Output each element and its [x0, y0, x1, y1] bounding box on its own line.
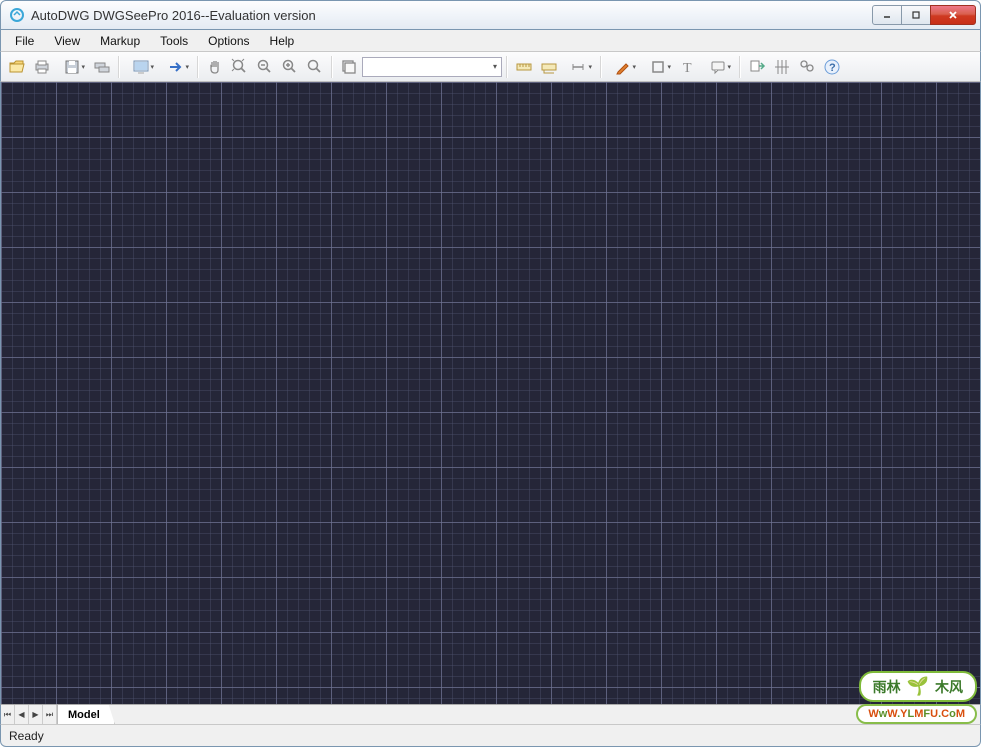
window-title: AutoDWG DWGSeePro 2016--Evaluation versi… [31, 8, 873, 23]
comment-button[interactable] [701, 55, 735, 79]
menu-help[interactable]: Help [260, 32, 305, 50]
tab-next-button[interactable]: ▶ [29, 705, 43, 724]
separator [739, 56, 741, 78]
close-button[interactable] [930, 5, 976, 25]
separator [331, 56, 333, 78]
zoom-extents-button[interactable] [228, 55, 252, 79]
tabstrip: ⏮ ◀ ▶ ⏭ Model [0, 704, 981, 724]
separator [118, 56, 120, 78]
status-text: Ready [9, 729, 44, 743]
menu-markup[interactable]: Markup [90, 32, 150, 50]
grid-major [1, 82, 980, 704]
menubar: File View Markup Tools Options Help [0, 30, 981, 52]
watermark: 雨林 🌱 木风 WwW.YLMFU.CoM [856, 671, 977, 724]
window-controls [873, 5, 976, 25]
markup-pen-button[interactable] [606, 55, 640, 79]
batch-print-button[interactable] [90, 55, 114, 79]
titlebar: AutoDWG DWGSeePro 2016--Evaluation versi… [0, 0, 981, 30]
markup-shape-button[interactable] [641, 55, 675, 79]
menu-tools[interactable]: Tools [150, 32, 198, 50]
svg-text:T: T [683, 61, 692, 76]
separator [600, 56, 602, 78]
svg-text:?: ? [829, 62, 836, 74]
menu-file[interactable]: File [5, 32, 44, 50]
plant-icon: 🌱 [907, 676, 929, 697]
arrow-button[interactable] [159, 55, 193, 79]
statusbar: Ready [0, 724, 981, 747]
tab-last-button[interactable]: ⏭ [43, 705, 57, 724]
minimize-button[interactable] [872, 5, 902, 25]
tab-model[interactable]: Model [58, 705, 115, 724]
layers-button[interactable] [337, 55, 361, 79]
pan-button[interactable] [203, 55, 227, 79]
view-mode-button[interactable] [124, 55, 158, 79]
help-button[interactable]: ? [820, 55, 844, 79]
search-button[interactable] [795, 55, 819, 79]
measure-distance-button[interactable] [512, 55, 536, 79]
zoom-window-button[interactable] [303, 55, 327, 79]
menu-view[interactable]: View [44, 32, 90, 50]
drawing-canvas[interactable] [0, 82, 981, 704]
menu-options[interactable]: Options [198, 32, 259, 50]
tab-prev-button[interactable]: ◀ [15, 705, 29, 724]
toolbar: T ? [0, 52, 981, 82]
watermark-logo: 雨林 🌱 木风 [859, 671, 977, 702]
save-button[interactable] [55, 55, 89, 79]
dimension-button[interactable] [562, 55, 596, 79]
watermark-url: WwW.YLMFU.CoM [856, 704, 977, 724]
measure-area-button[interactable] [537, 55, 561, 79]
separator [197, 56, 199, 78]
print-button[interactable] [30, 55, 54, 79]
separator [506, 56, 508, 78]
zoom-out-button[interactable] [253, 55, 277, 79]
tab-nav: ⏮ ◀ ▶ ⏭ [1, 705, 58, 724]
text-button[interactable]: T [676, 55, 700, 79]
export-button[interactable] [745, 55, 769, 79]
zoom-in-button[interactable] [278, 55, 302, 79]
maximize-button[interactable] [901, 5, 931, 25]
open-button[interactable] [5, 55, 29, 79]
tab-first-button[interactable]: ⏮ [1, 705, 15, 724]
grid-settings-button[interactable] [770, 55, 794, 79]
layer-combo[interactable] [362, 57, 502, 77]
app-icon [9, 7, 25, 23]
